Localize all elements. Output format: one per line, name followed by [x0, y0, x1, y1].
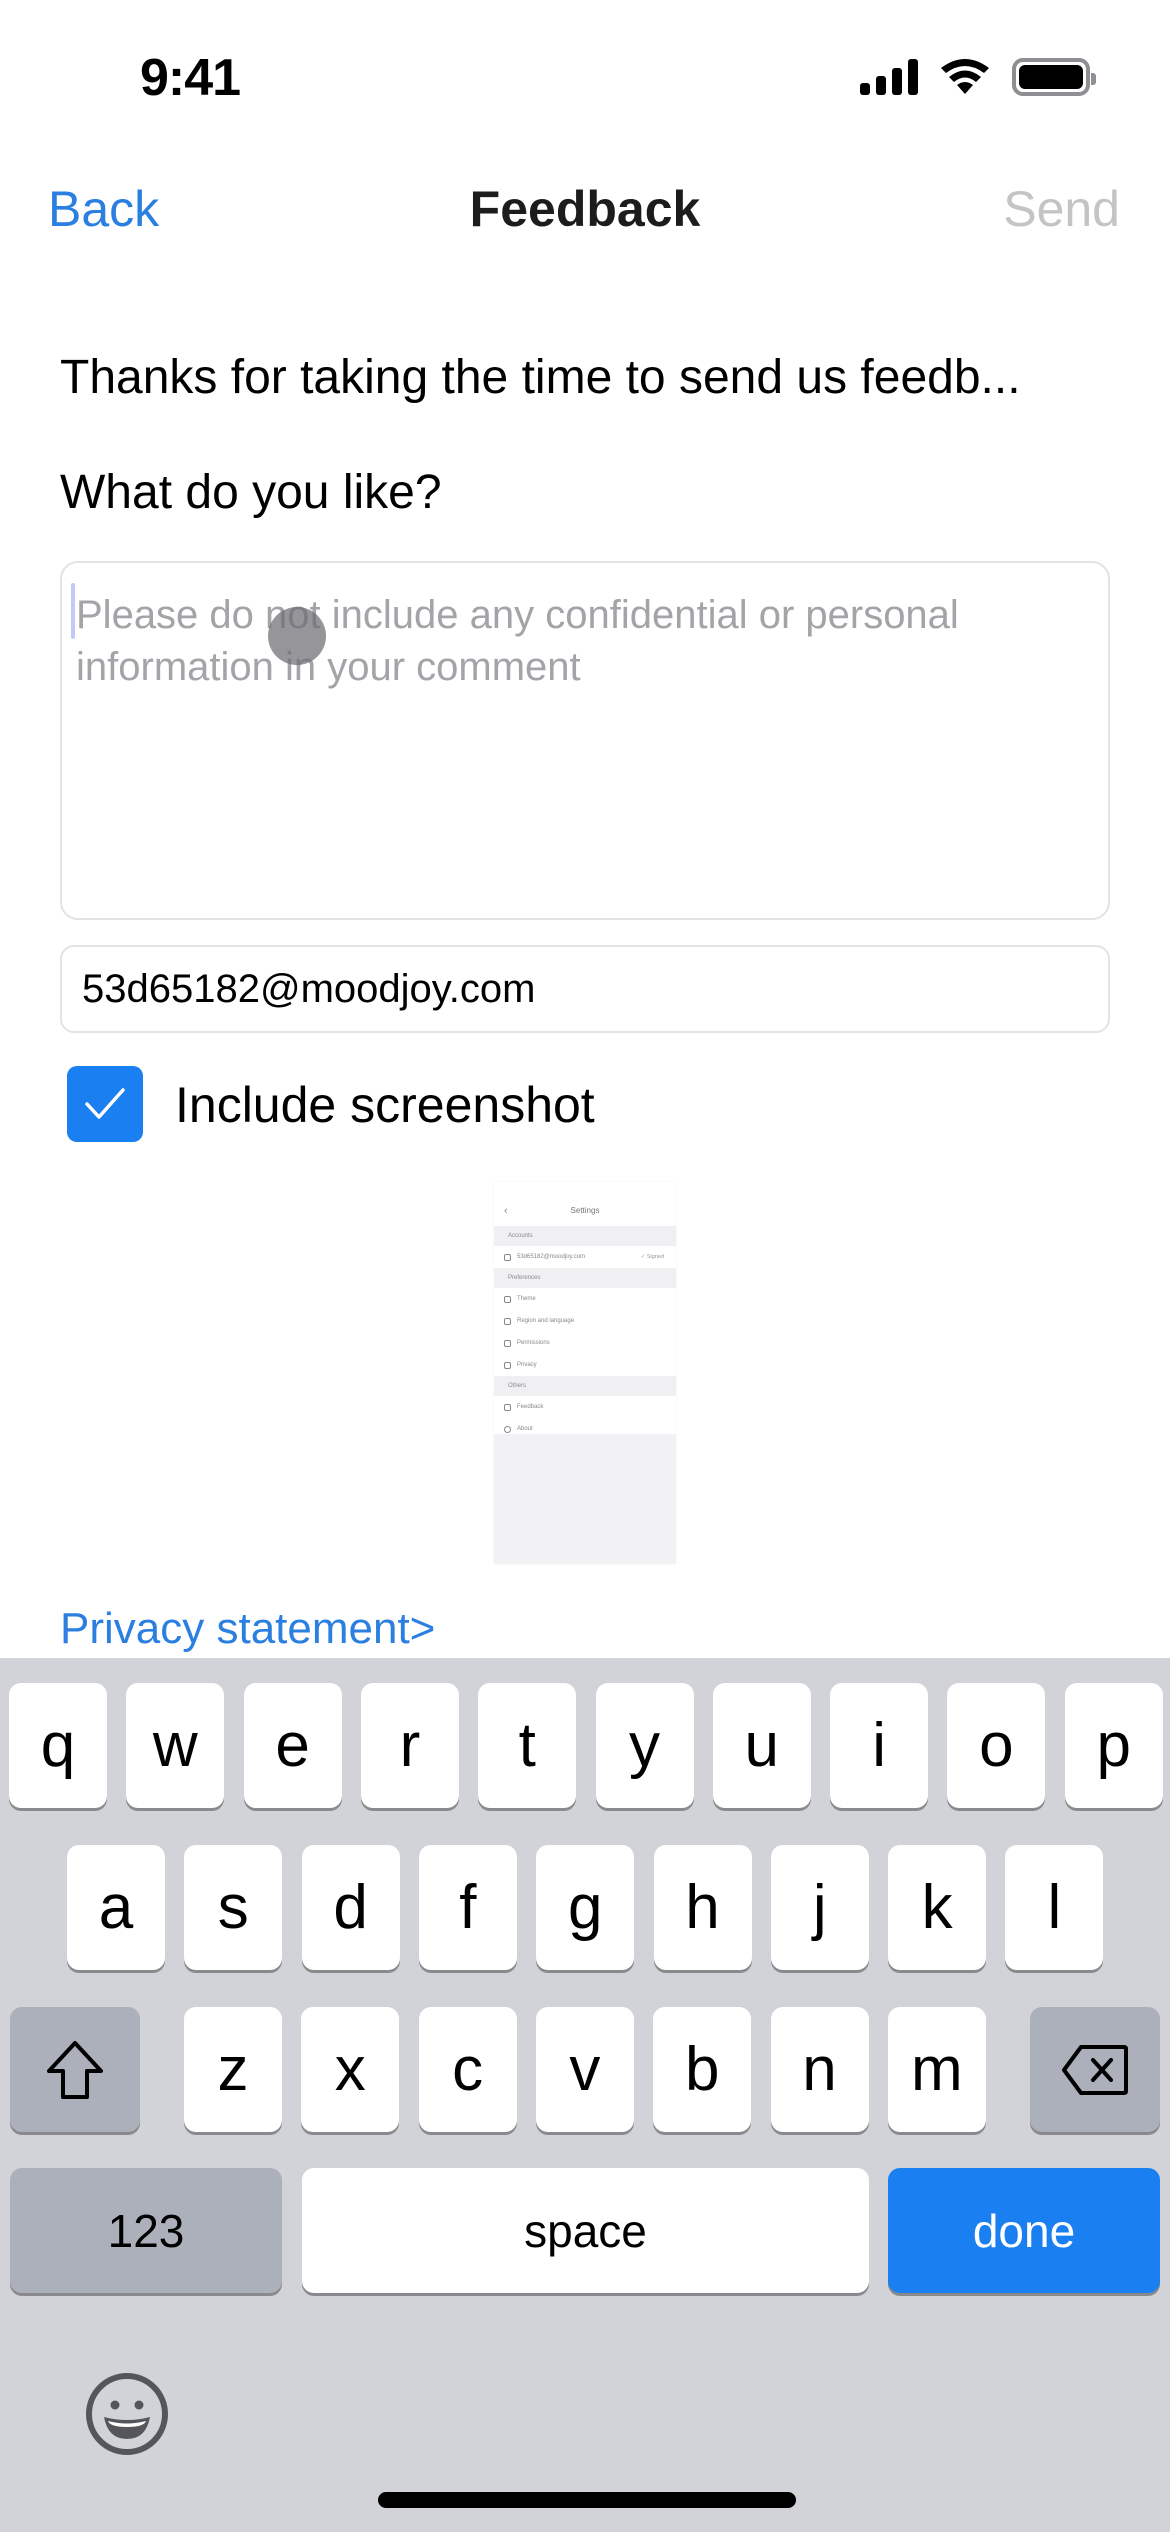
- preview-row-label: Permissions: [517, 1340, 550, 1346]
- comment-input[interactable]: [62, 563, 1108, 918]
- key-v[interactable]: v: [535, 2007, 634, 2132]
- key-d[interactable]: d: [301, 1845, 400, 1970]
- email-input[interactable]: [62, 947, 1108, 1031]
- delete-key[interactable]: [1030, 2007, 1160, 2132]
- space-key[interactable]: space: [302, 2168, 869, 2293]
- intro-text: Thanks for taking the time to send us fe…: [60, 351, 1021, 404]
- key-w[interactable]: w: [126, 1683, 225, 1808]
- key-r[interactable]: r: [360, 1683, 459, 1808]
- key-x[interactable]: x: [301, 2007, 400, 2132]
- preview-row-label: Feedback: [517, 1404, 544, 1410]
- lock-icon: [504, 1339, 511, 1347]
- preview-section-header: Accounts: [494, 1226, 676, 1246]
- key-l[interactable]: l: [1005, 1845, 1104, 1970]
- key-z[interactable]: z: [184, 2007, 282, 2132]
- key-o[interactable]: o: [947, 1683, 1046, 1808]
- preview-row-label: Privacy: [517, 1362, 537, 1368]
- key-f[interactable]: f: [418, 1845, 517, 1970]
- preview-row: Region and language: [494, 1310, 676, 1332]
- globe-icon: [504, 1317, 511, 1325]
- preview-section-header: Others: [494, 1376, 676, 1396]
- text-cursor: [71, 583, 75, 639]
- preview-row-status: ✓ Signed: [640, 1254, 664, 1260]
- preview-row: 53d65182@moodjoy.com ✓ Signed: [494, 1246, 676, 1268]
- key-e[interactable]: e: [243, 1683, 342, 1808]
- key-p[interactable]: p: [1064, 1683, 1163, 1808]
- email-field[interactable]: [60, 945, 1110, 1033]
- preview-row-label: Theme: [517, 1296, 536, 1302]
- key-b[interactable]: b: [653, 2007, 752, 2132]
- key-s[interactable]: s: [184, 1845, 283, 1970]
- preview-row: Permissions: [494, 1332, 676, 1354]
- cellular-signal-icon: [860, 59, 918, 95]
- include-screenshot-label[interactable]: Include screenshot: [175, 1076, 595, 1134]
- wifi-icon: [941, 59, 989, 94]
- include-screenshot-checkbox[interactable]: [67, 1066, 143, 1142]
- preview-row: Theme: [494, 1288, 676, 1310]
- user-icon: [504, 1253, 511, 1261]
- keyboard: qwertyuiop asdfghjkl zxcvbnm 123 space d…: [0, 1658, 1170, 2532]
- key-u[interactable]: u: [712, 1683, 811, 1808]
- key-q[interactable]: q: [9, 1683, 107, 1808]
- checkmark-icon: [85, 1088, 125, 1119]
- key-m[interactable]: m: [887, 2007, 986, 2132]
- preview-row-label: Region and language: [517, 1318, 575, 1324]
- preview-title: Settings: [570, 1206, 600, 1215]
- backspace-icon: [1062, 2044, 1128, 2095]
- feedback-icon: [504, 1403, 511, 1411]
- preview-row-label: 53d65182@moodjoy.com: [517, 1254, 586, 1260]
- question-label: What do you like?: [60, 466, 442, 519]
- key-j[interactable]: j: [770, 1845, 869, 1970]
- preview-section-header: Preferences: [494, 1268, 676, 1288]
- info-icon: [504, 1425, 511, 1433]
- theme-icon: [504, 1295, 511, 1303]
- key-k[interactable]: k: [888, 1845, 987, 1970]
- status-icons: [860, 58, 1096, 96]
- preview-row-label: About: [517, 1426, 533, 1432]
- screenshot-preview[interactable]: ‹ Settings Accounts 53d65182@moodjoy.com…: [494, 1182, 676, 1564]
- send-button[interactable]: Send: [1003, 180, 1120, 238]
- key-y[interactable]: y: [595, 1683, 694, 1808]
- key-n[interactable]: n: [770, 2007, 869, 2132]
- home-indicator[interactable]: [378, 2492, 796, 2508]
- comment-field[interactable]: [60, 561, 1110, 920]
- numbers-key[interactable]: 123: [10, 2168, 282, 2293]
- key-t[interactable]: t: [478, 1683, 577, 1808]
- key-h[interactable]: h: [653, 1845, 752, 1970]
- privacy-statement-link[interactable]: Privacy statement>: [60, 1604, 435, 1654]
- preview-row: Privacy: [494, 1354, 676, 1376]
- key-g[interactable]: g: [536, 1845, 635, 1970]
- shield-icon: [504, 1361, 511, 1369]
- shift-icon: [47, 2040, 103, 2099]
- preview-back-icon: ‹: [504, 1205, 508, 1217]
- status-time: 9:41: [140, 49, 241, 107]
- key-c[interactable]: c: [418, 2007, 517, 2132]
- touch-indicator: [268, 607, 326, 665]
- preview-nav: ‹ Settings: [494, 1196, 676, 1226]
- emoji-icon[interactable]: [84, 2371, 170, 2457]
- key-a[interactable]: a: [67, 1845, 165, 1970]
- shift-key[interactable]: [10, 2007, 140, 2132]
- page-title: Feedback: [469, 181, 701, 237]
- done-key[interactable]: done: [888, 2168, 1160, 2293]
- preview-empty-area: [494, 1434, 676, 1564]
- preview-row: Feedback: [494, 1396, 676, 1418]
- key-i[interactable]: i: [830, 1683, 929, 1808]
- battery-icon: [1012, 58, 1096, 96]
